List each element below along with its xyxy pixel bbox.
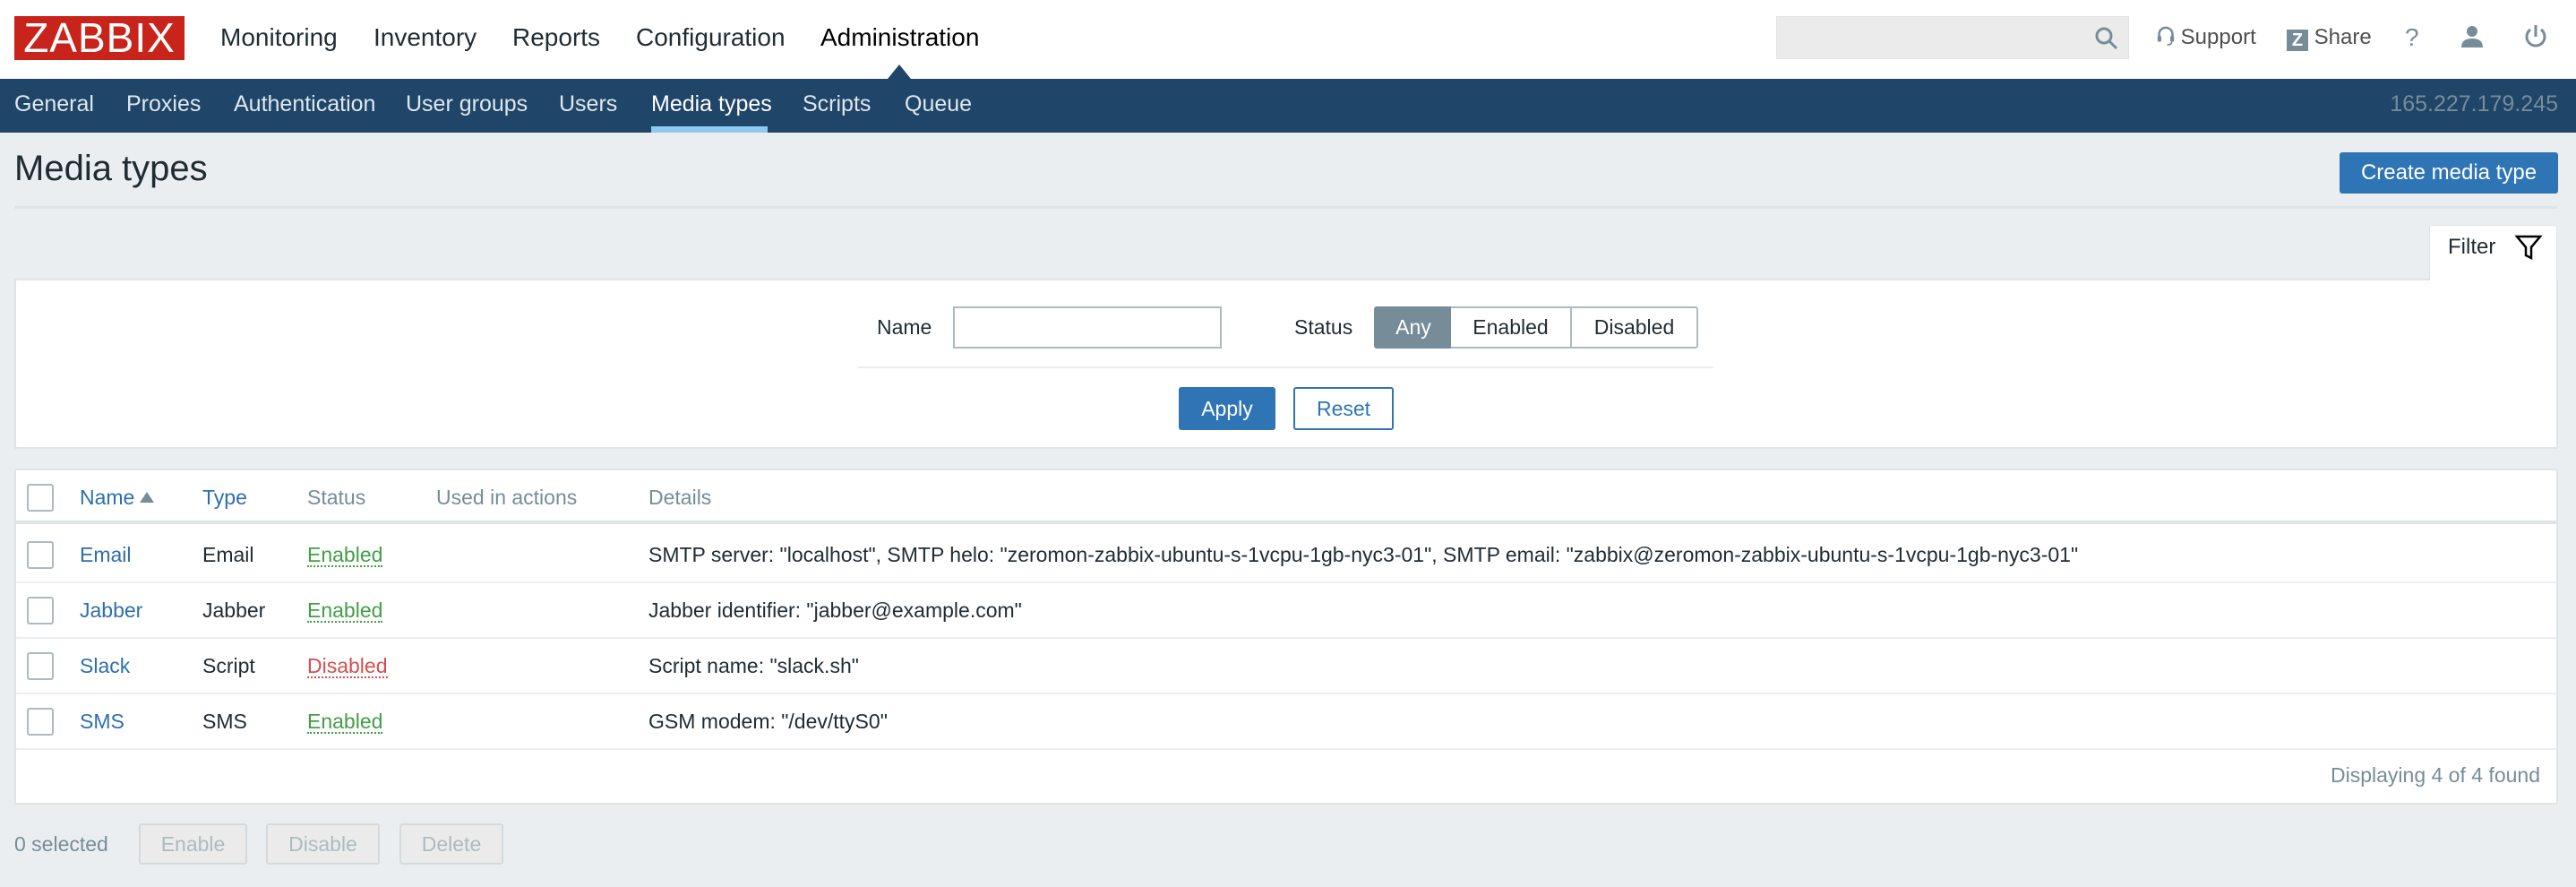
reset-button[interactable]: Reset: [1293, 387, 1394, 430]
column-name-label: Name: [80, 486, 135, 509]
active-menu-caret: [888, 65, 911, 79]
top-header: ZABBIX Monitoring Inventory Reports Conf…: [0, 0, 2576, 79]
status-toggle[interactable]: Enabled: [307, 599, 383, 623]
table-row: Jabber Jabber Enabled Jabber identifier:…: [16, 583, 2556, 639]
share-link[interactable]: Z Share: [2287, 0, 2372, 79]
subnav-proxies[interactable]: Proxies: [126, 79, 201, 133]
menu-configuration[interactable]: Configuration: [636, 0, 786, 79]
status-option-disabled[interactable]: Disabled: [1570, 306, 1698, 349]
page-title: Media types: [14, 149, 208, 188]
filter-status-label: Status: [1294, 315, 1353, 339]
row-checkbox[interactable]: [27, 708, 54, 736]
media-types-table: Name Type Status Used in actions Details…: [14, 469, 2558, 805]
disable-button[interactable]: Disable: [266, 823, 380, 865]
media-type-type: Jabber: [202, 599, 266, 622]
sign-out-icon[interactable]: [2522, 23, 2549, 50]
headset-icon: [2157, 26, 2175, 46]
server-ip: 165.227.179.245: [2390, 91, 2558, 116]
enable-button[interactable]: Enable: [139, 823, 247, 865]
sub-navigation: [0, 79, 2576, 133]
status-option-enabled[interactable]: Enabled: [1451, 306, 1572, 349]
help-icon[interactable]: ?: [2405, 0, 2419, 79]
support-label: Support: [2180, 25, 2256, 49]
filter-tab-join: [2430, 277, 2556, 281]
menu-monitoring[interactable]: Monitoring: [220, 0, 338, 79]
filter-tab-label: Filter: [2448, 235, 2496, 259]
apply-button[interactable]: Apply: [1179, 387, 1275, 430]
media-type-details: GSM modem: "/dev/ttyS0": [648, 710, 888, 733]
row-checkbox[interactable]: [27, 597, 54, 624]
create-media-type-button[interactable]: Create media type: [2340, 152, 2558, 194]
user-profile-icon[interactable]: [2459, 23, 2486, 50]
menu-inventory[interactable]: Inventory: [374, 0, 477, 79]
media-type-name-link[interactable]: Email: [80, 528, 132, 581]
share-label: Share: [2314, 25, 2372, 49]
filter-name-label: Name: [877, 315, 932, 339]
sort-ascending-icon: [140, 492, 155, 503]
zabbix-logo[interactable]: ZABBIX: [14, 16, 185, 60]
filter-icon: [2514, 235, 2543, 261]
media-type-details: SMTP server: "localhost", SMTP helo: "ze…: [648, 543, 2079, 566]
status-toggle[interactable]: Enabled: [307, 544, 383, 567]
result-count: Displaying 4 of 4 found: [2331, 763, 2540, 787]
media-type-type: Script: [202, 654, 255, 677]
subnav-scripts[interactable]: Scripts: [803, 79, 871, 133]
filter-name-input[interactable]: [953, 306, 1222, 349]
table-row: SMS SMS Enabled GSM modem: "/dev/ttyS0": [16, 694, 2556, 750]
media-type-name-link[interactable]: SMS: [80, 694, 125, 748]
table-row: Slack Script Disabled Script name: "slac…: [16, 639, 2556, 694]
menu-reports[interactable]: Reports: [512, 0, 600, 79]
media-type-details: Script name: "slack.sh": [648, 654, 859, 677]
row-checkbox[interactable]: [27, 541, 54, 569]
subnav-media-types[interactable]: Media types: [651, 79, 772, 133]
title-divider: [14, 206, 2557, 209]
selected-count: 0 selected: [14, 832, 108, 856]
filter-panel: [14, 279, 2558, 449]
status-toggle[interactable]: Enabled: [307, 710, 383, 734]
search-icon[interactable]: [2094, 26, 2119, 51]
column-header-status: Status: [307, 486, 366, 509]
filter-tab[interactable]: Filter: [2429, 225, 2557, 280]
column-header-name[interactable]: Name: [80, 470, 155, 524]
column-header-details: Details: [648, 486, 712, 509]
subnav-queue[interactable]: Queue: [905, 79, 972, 133]
subnav-user-groups[interactable]: User groups: [406, 79, 528, 133]
media-type-name-link[interactable]: Jabber: [80, 583, 142, 637]
global-search-input[interactable]: [1776, 16, 2129, 59]
status-toggle[interactable]: Disabled: [307, 655, 388, 678]
table-footer: Displaying 4 of 4 found: [16, 748, 2556, 803]
table-row: Email Email Enabled SMTP server: "localh…: [16, 528, 2556, 583]
media-type-type: SMS: [202, 710, 247, 733]
subnav-general[interactable]: General: [14, 79, 94, 133]
subnav-authentication[interactable]: Authentication: [234, 79, 375, 133]
zabbix-share-icon: Z: [2287, 30, 2308, 51]
media-type-name-link[interactable]: Slack: [80, 639, 130, 693]
active-subnav-indicator: [651, 126, 768, 133]
column-header-used-in-actions: Used in actions: [436, 486, 578, 509]
column-header-type[interactable]: Type: [202, 470, 247, 524]
select-all-checkbox[interactable]: [27, 484, 54, 512]
subnav-users[interactable]: Users: [559, 79, 617, 133]
filter-separator: [858, 366, 1713, 368]
delete-button[interactable]: Delete: [399, 823, 503, 865]
media-type-type: Email: [202, 543, 254, 566]
status-option-any[interactable]: Any: [1374, 306, 1453, 349]
table-header: Name Type Status Used in actions Details: [16, 470, 2556, 524]
media-type-details: Jabber identifier: "jabber@example.com": [648, 599, 1022, 622]
row-checkbox[interactable]: [27, 652, 54, 680]
support-link[interactable]: Support: [2157, 0, 2256, 79]
